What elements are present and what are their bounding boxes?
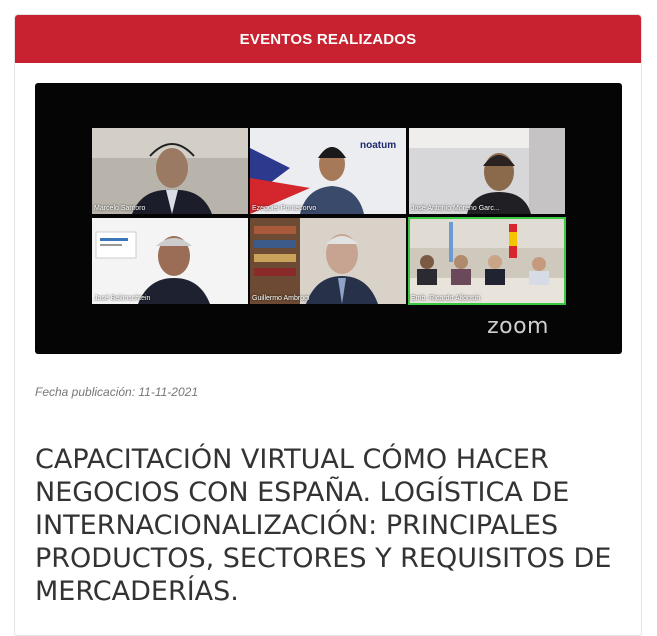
participant-tile: José Bekinschtein [92, 218, 248, 304]
participant-video [92, 128, 248, 214]
participant-tile: José Antonio Moreno Garc... [409, 128, 565, 214]
section-header: EVENTOS REALIZADOS [15, 15, 641, 63]
news-card: EVENTOS REALIZADOS Marcelo Santoro noatu… [14, 14, 642, 636]
participant-name: Marcelo Santoro [94, 205, 146, 212]
brand-logo: noatum [360, 140, 396, 151]
article-title[interactable]: CAPACITACIÓN VIRTUAL CÓMO HACER NEGOCIOS… [35, 443, 615, 608]
participant-tile: Guillermo Ambrogi [250, 218, 406, 304]
event-image[interactable]: Marcelo Santoro noatum Ezequiel Pontecor… [35, 83, 622, 354]
section-title: EVENTOS REALIZADOS [239, 30, 417, 48]
participant-name: Guillermo Ambrogi [252, 295, 310, 302]
participant-video [92, 218, 248, 304]
participant-tile-active: Emb. Ricardo Alfonsín [408, 217, 566, 305]
participant-name: Ezequiel Pontecorvo [252, 205, 317, 212]
participant-video [250, 218, 406, 304]
participant-name: José Antonio Moreno Garc... [411, 205, 500, 212]
participant-video [409, 218, 565, 304]
publication-date: Fecha publicación: 11-11-2021 [35, 385, 198, 399]
zoom-logo: zoom [487, 314, 549, 339]
participant-name: Emb. Ricardo Alfonsín [411, 295, 481, 302]
participant-video: noatum [250, 128, 406, 214]
participant-tile: Marcelo Santoro [92, 128, 248, 214]
participant-tile: noatum Ezequiel Pontecorvo [250, 128, 406, 214]
participant-video [409, 128, 565, 214]
participant-name: José Bekinschtein [94, 295, 151, 302]
